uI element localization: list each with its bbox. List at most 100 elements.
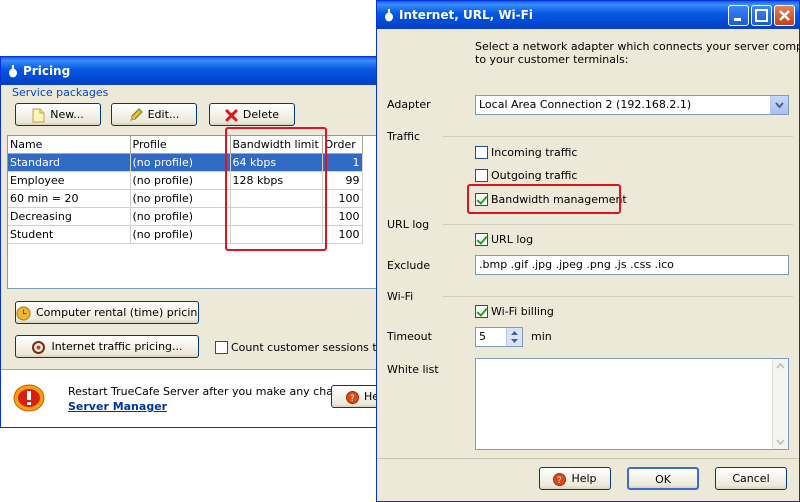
close-button[interactable] — [774, 5, 795, 26]
cell-profile: (no profile) — [130, 207, 231, 226]
cell-order: 1 — [322, 153, 363, 172]
timeout-label: Timeout — [387, 330, 432, 343]
minimize-button[interactable] — [728, 5, 749, 26]
cell-profile: (no profile) — [130, 171, 231, 190]
maximize-button[interactable] — [751, 5, 772, 26]
count-sessions-label: Count customer sessions traffi — [231, 341, 399, 354]
url-log-checkbox-label: URL log — [491, 233, 534, 246]
cell-profile: (no profile) — [130, 153, 231, 172]
cell-name: 60 min = 20 — [8, 189, 131, 208]
scroll-down-icon — [776, 439, 785, 446]
wifi-billing-label: Wi-Fi billing — [491, 305, 554, 318]
pricing-title: Pricing — [23, 64, 71, 78]
incoming-traffic-checkbox[interactable] — [475, 146, 488, 159]
close-icon — [779, 10, 790, 21]
ok-button-label: OK — [655, 473, 671, 486]
delete-button[interactable]: Delete — [209, 103, 295, 126]
outgoing-traffic-checkbox[interactable] — [475, 169, 488, 182]
cell-profile: (no profile) — [130, 189, 231, 208]
svg-text:?: ? — [557, 476, 562, 486]
server-manager-link[interactable]: Server Manager — [68, 400, 167, 413]
pricing-footer — [1, 370, 381, 427]
pencil-icon — [129, 108, 143, 121]
maximize-icon — [755, 9, 768, 22]
bandwidth-column-highlight — [225, 127, 327, 251]
exclude-input[interactable]: .bmp .gif .jpg .jpeg .png .js .css .ico — [475, 255, 789, 275]
exclude-input-value: .bmp .gif .jpg .jpeg .png .js .css .ico — [479, 258, 674, 271]
cell-order: 99 — [322, 171, 363, 190]
help-icon: ? — [553, 472, 567, 486]
adapter-description-line1: Select a network adapter which connects … — [475, 40, 800, 53]
app-icon — [385, 9, 393, 22]
help-button-label: Help — [571, 472, 597, 485]
computer-rental-pricing-label: Computer rental (time) pricing... — [36, 306, 199, 319]
network-traffic-icon — [32, 340, 46, 354]
wifi-billing-checkbox[interactable] — [475, 305, 488, 318]
traffic-divider — [443, 136, 793, 137]
cell-order: 100 — [322, 225, 363, 244]
cell-name: Standard — [8, 153, 131, 172]
help-icon: ? — [346, 390, 359, 404]
cell-name: Student — [8, 225, 131, 244]
white-list-textarea[interactable] — [475, 358, 789, 450]
traffic-section-label: Traffic — [387, 130, 421, 143]
timeout-unit: min — [531, 330, 552, 343]
adapter-description-line2: to your customer terminals: — [475, 53, 629, 66]
cell-profile: (no profile) — [130, 225, 231, 244]
timeout-spinner[interactable] — [506, 328, 522, 346]
scroll-up-icon — [776, 362, 785, 369]
pricing-titlebar[interactable]: Pricing — [1, 57, 381, 85]
cell-order: 100 — [322, 189, 363, 208]
dialog-titlebar[interactable]: Internet, URL, Wi-Fi — [377, 1, 799, 29]
bandwidth-management-highlight — [467, 184, 621, 214]
dialog-footer-divider — [377, 458, 799, 459]
chevron-down-icon — [775, 102, 784, 109]
new-button-label: New... — [50, 108, 84, 121]
white-list-label: White list — [387, 363, 439, 376]
outgoing-traffic-label: Outgoing traffic — [491, 169, 578, 182]
new-button[interactable]: New... — [15, 103, 101, 126]
col-header-name[interactable]: Name — [8, 136, 131, 154]
timeout-input-value: 5 — [479, 330, 486, 343]
adapter-select-value: Local Area Connection 2 (192.168.2.1) — [479, 98, 692, 111]
col-header-order[interactable]: Order — [322, 136, 363, 154]
white-list-scrollbar[interactable] — [772, 359, 788, 449]
cell-order: 100 — [322, 207, 363, 226]
clock-coin-icon — [16, 306, 31, 320]
minimize-icon — [734, 18, 741, 21]
internet-traffic-pricing-label: Internet traffic pricing... — [51, 340, 183, 353]
col-header-profile[interactable]: Profile — [130, 136, 231, 154]
adapter-select[interactable]: Local Area Connection 2 (192.168.2.1) — [475, 95, 789, 115]
wifi-divider — [443, 296, 793, 297]
timeout-input[interactable]: 5 — [475, 327, 523, 347]
svg-text:?: ? — [350, 394, 355, 404]
new-document-icon — [32, 108, 45, 122]
cell-name: Decreasing — [8, 207, 131, 226]
internet-traffic-pricing-button[interactable]: Internet traffic pricing... — [15, 335, 199, 358]
service-packages-label: Service packages — [12, 86, 109, 99]
delete-x-icon — [225, 109, 238, 121]
url-log-section-label: URL log — [387, 218, 430, 231]
wifi-section-label: Wi-Fi — [387, 290, 414, 303]
computer-rental-pricing-button[interactable]: Computer rental (time) pricing... — [15, 301, 199, 324]
ok-button[interactable]: OK — [627, 467, 699, 490]
cancel-button[interactable]: Cancel — [715, 467, 787, 490]
pricing-window: Pricing Service packages New... Edit... … — [0, 56, 399, 428]
cell-name: Employee — [8, 171, 131, 190]
incoming-traffic-label: Incoming traffic — [491, 146, 578, 159]
adapter-dropdown-button[interactable] — [770, 96, 788, 114]
warning-icon — [13, 384, 45, 412]
url-log-divider — [443, 224, 793, 225]
spinner-arrows-icon — [511, 331, 518, 343]
internet-url-wifi-dialog: Internet, URL, Wi-Fi Select a network ad… — [376, 0, 800, 502]
app-icon — [9, 65, 17, 78]
exclude-label: Exclude — [387, 259, 431, 272]
url-log-checkbox[interactable] — [475, 233, 488, 246]
delete-button-label: Delete — [242, 108, 280, 121]
count-sessions-checkbox[interactable] — [215, 341, 228, 354]
edit-button-label: Edit... — [147, 108, 180, 121]
adapter-label: Adapter — [387, 98, 431, 111]
help-button[interactable]: ? Help — [539, 467, 611, 490]
edit-button[interactable]: Edit... — [111, 103, 197, 126]
restart-message: Restart TrueCafe Server after you make a… — [68, 385, 363, 398]
